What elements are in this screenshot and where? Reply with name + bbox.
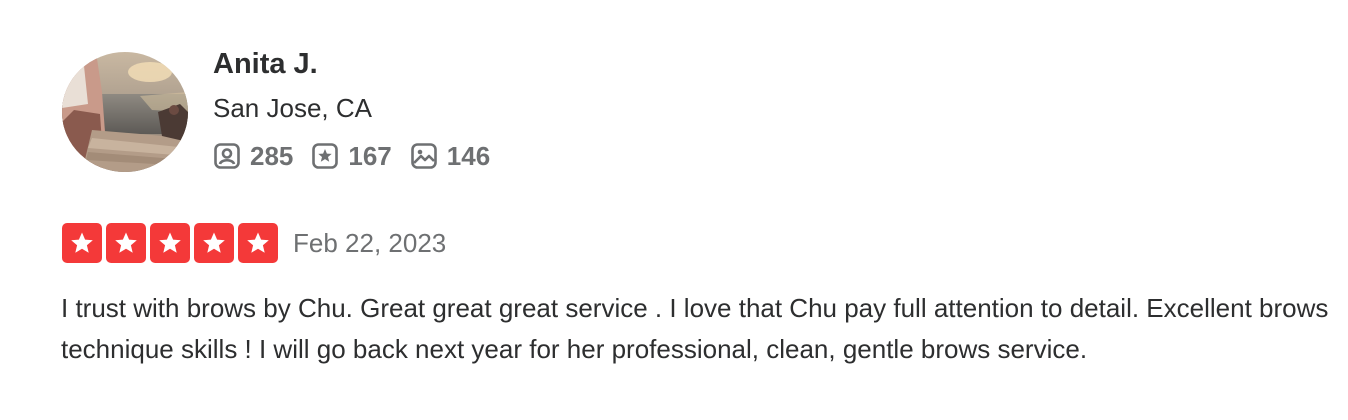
star-rating bbox=[62, 223, 278, 263]
user-name[interactable]: Anita J. bbox=[213, 44, 318, 84]
star-icon bbox=[106, 223, 146, 263]
stat-photos: 146 bbox=[410, 138, 490, 174]
reviews-count: 167 bbox=[348, 141, 392, 171]
photos-count: 146 bbox=[446, 141, 491, 171]
friends-count: 285 bbox=[250, 141, 294, 171]
star-icon bbox=[194, 223, 234, 263]
avatar[interactable] bbox=[62, 52, 188, 172]
star-icon bbox=[238, 223, 278, 263]
user-stats: 285 167 146 bbox=[213, 138, 490, 174]
star-icon bbox=[62, 223, 102, 263]
photos-icon bbox=[410, 142, 438, 170]
stat-friends: 285 bbox=[213, 138, 293, 174]
friends-icon bbox=[213, 142, 241, 170]
review-date: Feb 22, 2023 bbox=[293, 228, 447, 258]
stat-reviews: 167 bbox=[311, 138, 392, 174]
review-text: I trust with brows by Chu. Great great g… bbox=[61, 293, 1329, 364]
star-icon bbox=[150, 223, 190, 263]
user-location: San Jose, CA bbox=[213, 93, 372, 123]
review-card: Anita J. San Jose, CA 285 167 146 Feb 22… bbox=[0, 0, 1348, 420]
reviews-icon bbox=[311, 142, 339, 170]
